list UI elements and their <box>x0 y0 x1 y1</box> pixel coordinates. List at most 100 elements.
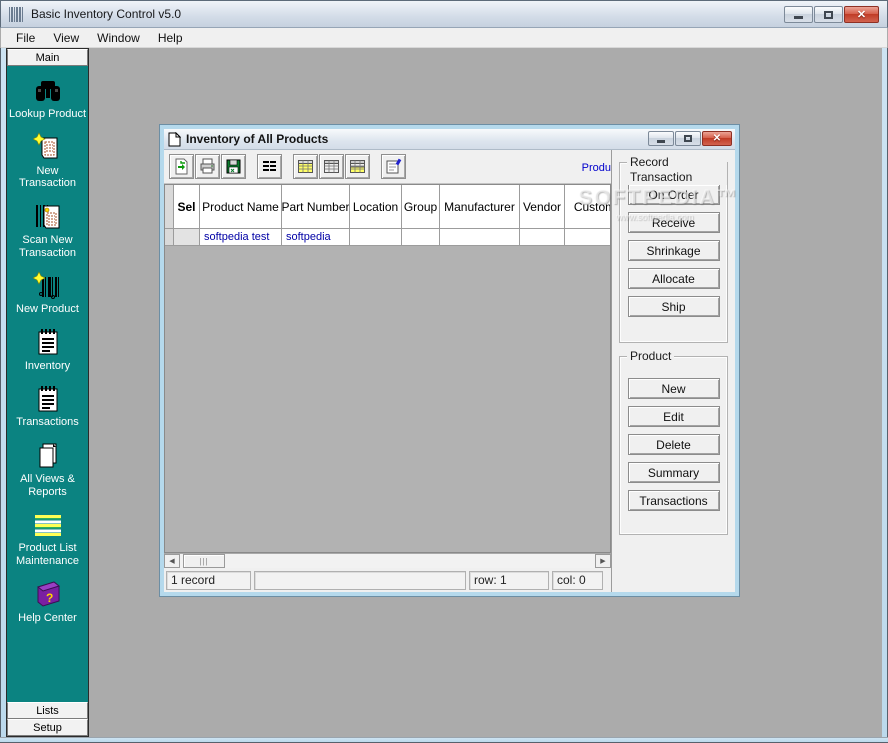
new-product-button[interactable]: New <box>628 378 720 399</box>
products-label: Produ <box>582 160 611 174</box>
sidebar-item-scan-new-transaction[interactable]: Scan New Transaction <box>7 201 88 259</box>
edit-product-button[interactable]: Edit <box>628 406 720 427</box>
svg-text:?: ? <box>46 591 53 605</box>
child-close-button[interactable]: ✕ <box>702 131 732 146</box>
sidebar-tab-setup[interactable]: Setup <box>7 719 88 736</box>
summary-button[interactable]: Summary <box>628 462 720 483</box>
sidebar-item-lookup-product[interactable]: Lookup Product <box>7 75 88 121</box>
child-window-title: Inventory of All Products <box>186 132 328 146</box>
close-button[interactable]: ✕ <box>844 6 879 23</box>
sidebar-item-label: Help Center <box>18 612 77 625</box>
grid-corner-cell <box>165 185 174 229</box>
column-header-sel[interactable]: Sel <box>174 185 200 229</box>
child-restore-button[interactable] <box>675 131 701 146</box>
child-titlebar: Inventory of All Products ✕ <box>164 129 735 150</box>
sidebar-item-product-list-maintenance[interactable]: Product List Maintenance <box>7 509 88 567</box>
sidebar-item-help-center[interactable]: ? Help Center <box>7 579 88 625</box>
sidebar-item-transactions[interactable]: Transactions <box>7 383 88 429</box>
cell-group[interactable] <box>402 229 440 246</box>
scrollbar-thumb[interactable]: ||| <box>183 554 225 568</box>
cell-sel[interactable] <box>174 229 200 246</box>
binoculars-icon <box>33 75 63 106</box>
sidebar-item-new-transaction[interactable]: New Transaction <box>7 132 88 190</box>
maximize-icon <box>824 11 833 19</box>
shrinkage-button[interactable]: Shrinkage <box>628 240 720 261</box>
column-header-manufacturer[interactable]: Manufacturer <box>440 185 520 229</box>
record-transaction-group: Record Transaction On Order Receive Shri… <box>619 162 728 343</box>
column-header-vendor[interactable]: Vendor <box>520 185 565 229</box>
sidebar-item-label: Lookup Product <box>9 108 86 121</box>
sidebar-item-all-views-reports[interactable]: All Views & Reports <box>7 440 88 498</box>
scroll-left-button[interactable]: ◀ <box>164 554 180 568</box>
cell-part-number[interactable]: softpedia <box>282 229 350 246</box>
column-header-part-number[interactable]: Part Number <box>282 185 350 229</box>
scroll-right-button[interactable]: ▶ <box>595 554 611 568</box>
refresh-button[interactable] <box>169 154 194 179</box>
menu-view[interactable]: View <box>44 29 88 47</box>
column-header-group[interactable]: Group <box>402 185 440 229</box>
status-message <box>254 571 466 590</box>
group-title: Product <box>627 349 674 364</box>
column-header-custom[interactable]: Custom <box>565 185 611 229</box>
barcode-app-icon <box>9 7 25 22</box>
grid-highlight-view-button[interactable] <box>293 154 318 179</box>
printer-icon <box>199 158 216 175</box>
restore-icon <box>684 135 692 142</box>
grid-view-button[interactable] <box>319 154 344 179</box>
child-minimize-button[interactable] <box>648 131 674 146</box>
window-border-right <box>882 48 888 743</box>
cell-location[interactable] <box>350 229 402 246</box>
help-book-icon: ? <box>32 579 64 610</box>
new-barcode-icon <box>33 270 63 301</box>
ship-button[interactable]: Ship <box>628 296 720 317</box>
sidebar-item-label: All Views & Reports <box>20 473 75 498</box>
striped-list-icon <box>33 509 63 540</box>
grid-data-row[interactable]: softpedia test softpedia <box>165 229 610 246</box>
sidebar: Main Lookup Product <box>6 48 89 737</box>
grid-summary-view-button[interactable] <box>345 154 370 179</box>
cell-manufacturer[interactable] <box>440 229 520 246</box>
cell-product-name[interactable]: softpedia test <box>200 229 282 246</box>
delete-product-button[interactable]: Delete <box>628 434 720 455</box>
notepad-icon <box>34 383 62 414</box>
cell-vendor[interactable] <box>520 229 565 246</box>
menu-window[interactable]: Window <box>88 29 149 47</box>
status-col: col: 0 <box>552 571 603 590</box>
refresh-icon <box>173 158 190 175</box>
sidebar-item-label: New Transaction <box>19 165 76 190</box>
menu-help[interactable]: Help <box>149 29 192 47</box>
sidebar-tab-main[interactable]: Main <box>7 49 88 66</box>
print-button[interactable] <box>195 154 220 179</box>
scan-receipt-icon <box>33 201 63 232</box>
row-selector-cell[interactable] <box>165 229 174 246</box>
minimize-button[interactable] <box>784 6 813 23</box>
sidebar-tab-lists[interactable]: Lists <box>7 702 88 719</box>
maximize-button[interactable] <box>814 6 843 23</box>
properties-button[interactable] <box>381 154 406 179</box>
cell-custom[interactable] <box>565 229 611 246</box>
properties-icon <box>385 158 402 175</box>
column-header-product-name[interactable]: Product Name <box>200 185 282 229</box>
horizontal-scrollbar[interactable]: ◀ ||| ▶ <box>164 553 611 568</box>
menu-file[interactable]: File <box>7 29 44 47</box>
inventory-grid: Sel Product Name Part Number Location Gr… <box>164 184 611 553</box>
window-border-bottom <box>0 737 888 743</box>
sidebar-item-inventory[interactable]: Inventory <box>7 327 88 373</box>
save-button[interactable] <box>221 154 246 179</box>
status-row: row: 1 <box>469 571 549 590</box>
allocate-button[interactable]: Allocate <box>628 268 720 289</box>
grid-toolbar: Produ <box>164 150 611 184</box>
group-title: Record Transaction <box>627 155 727 185</box>
on-order-button[interactable]: On Order <box>628 184 720 205</box>
statusbar: 1 record row: 1 col: 0 <box>164 568 611 592</box>
sidebar-item-new-product[interactable]: New Product <box>7 270 88 316</box>
transactions-button[interactable]: Transactions <box>628 490 720 511</box>
grid-header-row: Sel Product Name Part Number Location Gr… <box>165 185 610 229</box>
status-record-count: 1 record <box>166 571 251 590</box>
receive-button[interactable]: Receive <box>628 212 720 233</box>
column-header-location[interactable]: Location <box>350 185 402 229</box>
sidebar-item-label: New Product <box>16 303 79 316</box>
sidebar-item-label: Product List Maintenance <box>16 542 79 567</box>
rows-view-button[interactable] <box>257 154 282 179</box>
rows-icon <box>261 158 278 175</box>
